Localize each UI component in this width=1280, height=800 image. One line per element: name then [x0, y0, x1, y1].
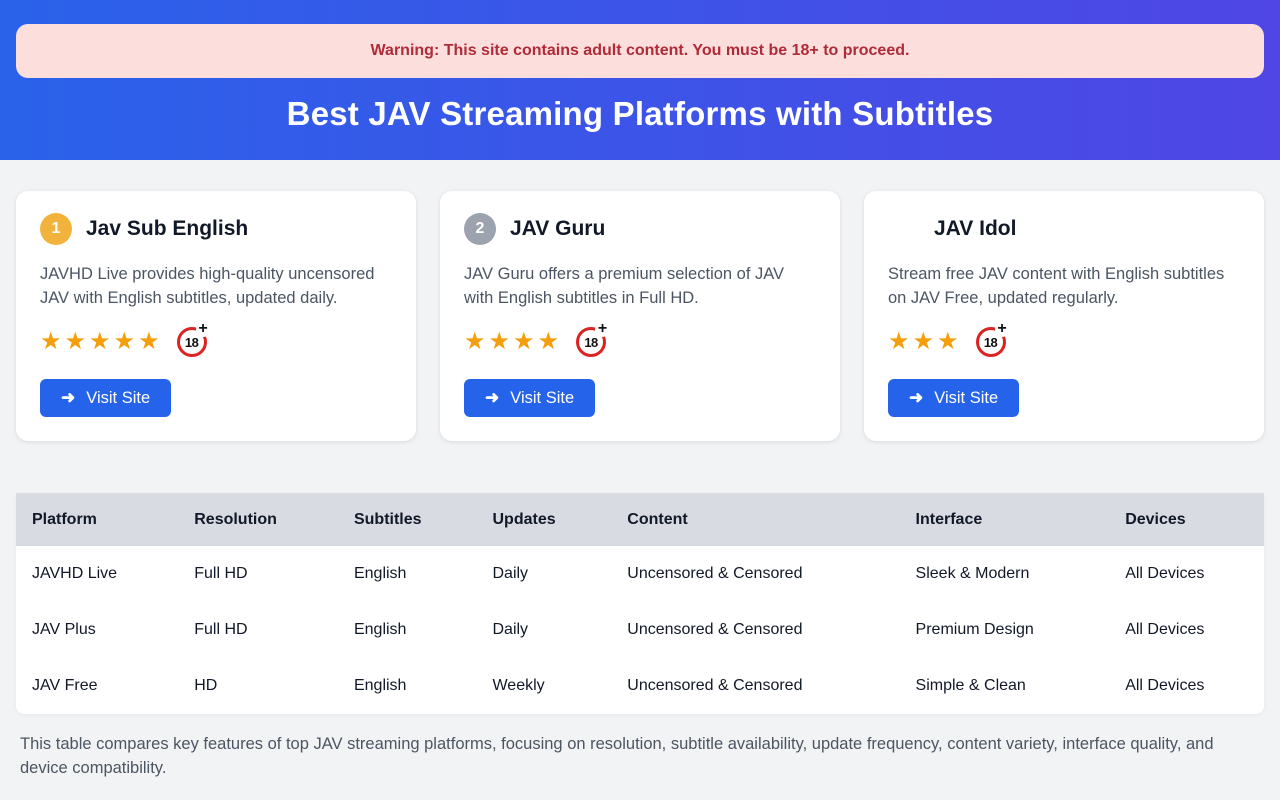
card-header: 1 Jav Sub English — [40, 213, 392, 245]
star-rating-icon: ★★★ — [888, 330, 962, 354]
arrow-right-icon: ➜ — [485, 388, 499, 408]
age-plus-glyph: + — [196, 322, 211, 337]
rating-row: ★★★ 18 + — [888, 325, 1240, 359]
card-title: JAV Idol — [934, 217, 1016, 241]
table-column-header: Platform — [16, 493, 178, 546]
arrow-right-icon: ➜ — [61, 388, 75, 408]
table-column-header: Content — [611, 493, 899, 546]
age-18-plus-icon: 18 + — [576, 327, 606, 357]
main-content: 1 Jav Sub English JAVHD Live provides hi… — [0, 191, 1280, 780]
table-cell: English — [338, 658, 477, 714]
table-cell: English — [338, 602, 477, 658]
table-cell: Simple & Clean — [900, 658, 1110, 714]
star-rating-icon: ★★★★★ — [40, 330, 163, 354]
card-header: 2 JAV Guru — [464, 213, 816, 245]
platform-card: JAV Idol Stream free JAV content with En… — [864, 191, 1264, 441]
table-cell: English — [338, 546, 477, 602]
table-cell: HD — [178, 658, 338, 714]
table-column-header: Interface — [900, 493, 1110, 546]
table-column-header: Devices — [1109, 493, 1264, 546]
age-plus-glyph: + — [995, 322, 1010, 337]
table-cell: Uncensored & Censored — [611, 602, 899, 658]
table-column-header: Resolution — [178, 493, 338, 546]
visit-site-label: Visit Site — [934, 389, 998, 408]
rating-row: ★★★★★ 18 + — [40, 325, 392, 359]
table-cell: Daily — [476, 546, 611, 602]
card-description: JAV Guru offers a premium selection of J… — [464, 262, 816, 310]
adult-warning-text: Warning: This site contains adult conten… — [371, 42, 910, 59]
table-cell: Weekly — [476, 658, 611, 714]
age-plus-glyph: + — [595, 322, 610, 337]
rating-row: ★★★★ 18 + — [464, 325, 816, 359]
table-row: JAV FreeHDEnglishWeeklyUncensored & Cens… — [16, 658, 1264, 714]
page-title: Best JAV Streaming Platforms with Subtit… — [16, 95, 1264, 133]
age-18-plus-icon: 18 + — [177, 327, 207, 357]
table-cell: All Devices — [1109, 546, 1264, 602]
table-cell: All Devices — [1109, 658, 1264, 714]
comparison-table-body: JAVHD LiveFull HDEnglishDailyUncensored … — [16, 546, 1264, 714]
table-summary-note: This table compares key features of top … — [20, 732, 1235, 780]
visit-site-label: Visit Site — [510, 389, 574, 408]
table-cell: JAV Free — [16, 658, 178, 714]
table-cell: Uncensored & Censored — [611, 546, 899, 602]
platform-card: 1 Jav Sub English JAVHD Live provides hi… — [16, 191, 416, 441]
card-description: Stream free JAV content with English sub… — [888, 262, 1240, 310]
table-cell: Daily — [476, 602, 611, 658]
card-header: JAV Idol — [888, 213, 1240, 245]
table-column-header: Subtitles — [338, 493, 477, 546]
rank-badge: 2 — [464, 213, 496, 245]
table-cell: Full HD — [178, 602, 338, 658]
age-18-number: 18 — [984, 335, 997, 350]
table-cell: Full HD — [178, 546, 338, 602]
visit-site-button[interactable]: ➜ Visit Site — [888, 379, 1019, 417]
card-description: JAVHD Live provides high-quality uncenso… — [40, 262, 392, 310]
table-cell: JAVHD Live — [16, 546, 178, 602]
platform-card: 2 JAV Guru JAV Guru offers a premium sel… — [440, 191, 840, 441]
rank-badge — [888, 213, 920, 245]
age-18-number: 18 — [584, 335, 597, 350]
adult-warning-banner: Warning: This site contains adult conten… — [16, 24, 1264, 78]
age-18-number: 18 — [185, 335, 198, 350]
table-cell: All Devices — [1109, 602, 1264, 658]
table-cell: Uncensored & Censored — [611, 658, 899, 714]
table-row: JAV PlusFull HDEnglishDailyUncensored & … — [16, 602, 1264, 658]
visit-site-button[interactable]: ➜ Visit Site — [464, 379, 595, 417]
card-title: JAV Guru — [510, 217, 605, 241]
comparison-table-wrap: PlatformResolutionSubtitlesUpdatesConten… — [16, 493, 1264, 714]
site-header: Warning: This site contains adult conten… — [0, 0, 1280, 160]
table-row: JAVHD LiveFull HDEnglishDailyUncensored … — [16, 546, 1264, 602]
arrow-right-icon: ➜ — [909, 388, 923, 408]
cards-row: 1 Jav Sub English JAVHD Live provides hi… — [16, 191, 1264, 441]
table-cell: JAV Plus — [16, 602, 178, 658]
table-header-row: PlatformResolutionSubtitlesUpdatesConten… — [16, 493, 1264, 546]
rank-badge: 1 — [40, 213, 72, 245]
table-column-header: Updates — [476, 493, 611, 546]
comparison-table-head: PlatformResolutionSubtitlesUpdatesConten… — [16, 493, 1264, 546]
visit-site-button[interactable]: ➜ Visit Site — [40, 379, 171, 417]
age-18-plus-icon: 18 + — [976, 327, 1006, 357]
visit-site-label: Visit Site — [86, 389, 150, 408]
table-cell: Sleek & Modern — [900, 546, 1110, 602]
comparison-table: PlatformResolutionSubtitlesUpdatesConten… — [16, 493, 1264, 714]
table-cell: Premium Design — [900, 602, 1110, 658]
card-title: Jav Sub English — [86, 217, 248, 241]
star-rating-icon: ★★★★ — [464, 330, 562, 354]
